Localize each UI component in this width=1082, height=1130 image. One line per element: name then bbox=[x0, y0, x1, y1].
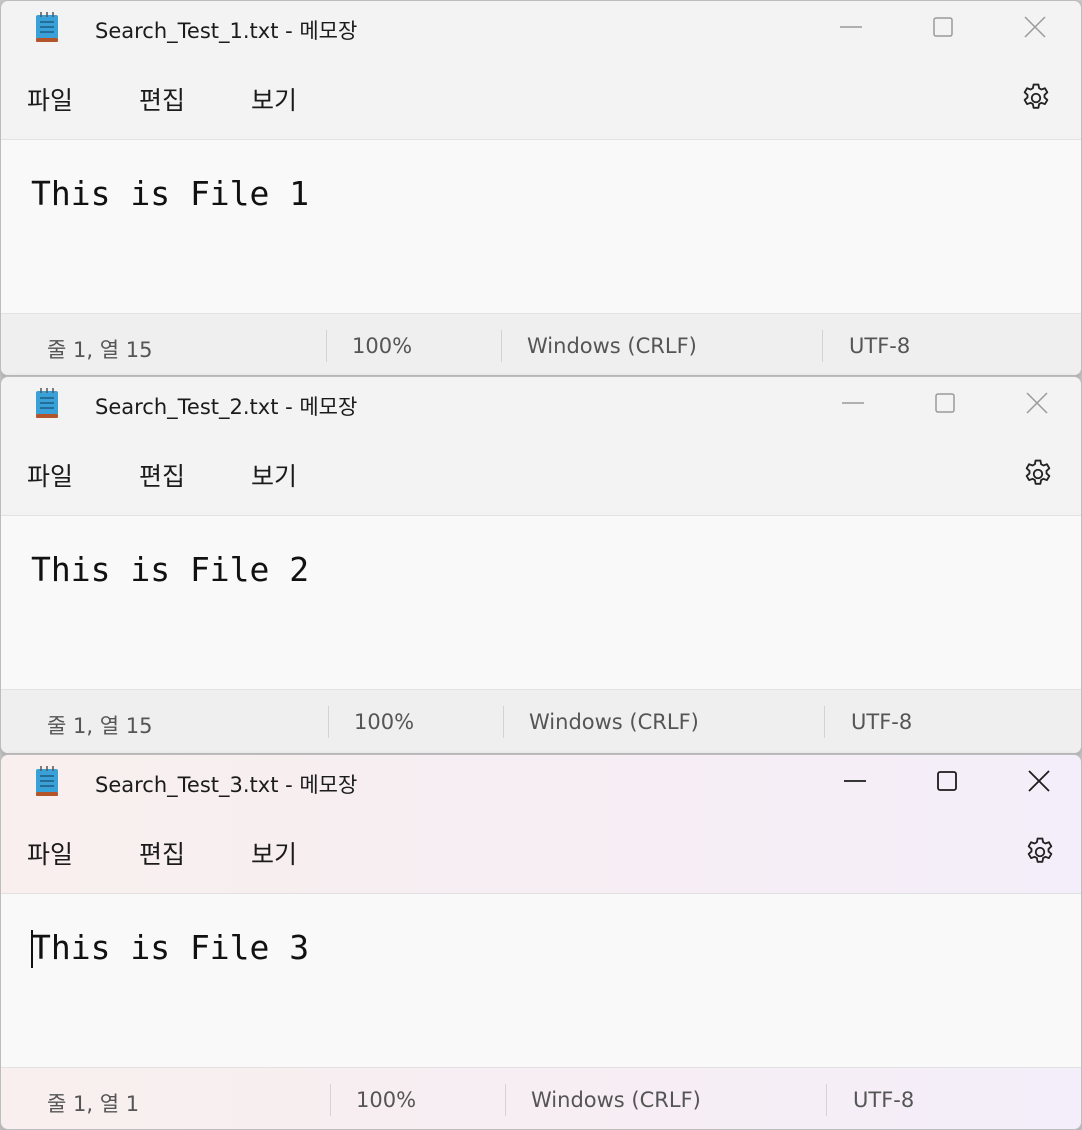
title-bar[interactable]: Search_Test_2.txt - 메모장 bbox=[1, 377, 1081, 433]
menu-edit[interactable]: 편집 bbox=[139, 457, 185, 493]
status-bar: 줄 1, 열 15 100% Windows (CRLF) UTF-8 bbox=[1, 689, 1081, 753]
close-icon bbox=[1026, 392, 1048, 414]
gear-icon bbox=[1027, 837, 1053, 863]
minimize-icon bbox=[840, 26, 862, 28]
menu-view[interactable]: 보기 bbox=[251, 81, 297, 117]
status-divider bbox=[505, 1084, 506, 1116]
zoom-level[interactable]: 100% bbox=[352, 334, 412, 358]
encoding[interactable]: UTF-8 bbox=[851, 710, 912, 734]
window-title: Search_Test_3.txt - 메모장 bbox=[95, 773, 358, 797]
maximize-button[interactable] bbox=[899, 377, 991, 429]
menu-view[interactable]: 보기 bbox=[251, 457, 297, 493]
menu-bar: 파일 편집 보기 bbox=[1, 449, 1081, 505]
zoom-level[interactable]: 100% bbox=[356, 1088, 416, 1112]
menu-file[interactable]: 파일 bbox=[27, 81, 73, 117]
status-divider bbox=[503, 706, 504, 738]
menu-bar: 파일 편집 보기 bbox=[1, 73, 1081, 129]
line-ending[interactable]: Windows (CRLF) bbox=[531, 1088, 701, 1112]
status-divider bbox=[824, 706, 825, 738]
window-title: Search_Test_2.txt - 메모장 bbox=[95, 395, 358, 419]
text-editor[interactable]: This is File 1 bbox=[1, 139, 1081, 313]
maximize-icon bbox=[937, 771, 957, 791]
line-ending[interactable]: Windows (CRLF) bbox=[527, 334, 697, 358]
notepad-icon bbox=[35, 765, 59, 799]
minimize-icon bbox=[842, 402, 864, 404]
close-button[interactable] bbox=[993, 755, 1081, 807]
close-icon bbox=[1024, 16, 1046, 38]
text-editor[interactable]: This is File 2 bbox=[1, 515, 1081, 689]
title-bar[interactable]: Search_Test_1.txt - 메모장 bbox=[1, 1, 1081, 57]
minimize-icon bbox=[844, 780, 866, 782]
maximize-button[interactable] bbox=[897, 1, 989, 53]
editor-content[interactable]: This is File 3 bbox=[31, 928, 309, 967]
settings-button[interactable] bbox=[1023, 835, 1057, 869]
notepad-icon bbox=[35, 387, 59, 421]
gear-icon bbox=[1023, 83, 1049, 109]
notepad-icon bbox=[35, 11, 59, 45]
cursor-position: 줄 1, 열 15 bbox=[47, 338, 153, 362]
close-icon bbox=[1028, 770, 1050, 792]
status-divider bbox=[330, 1084, 331, 1116]
close-button[interactable] bbox=[991, 377, 1081, 429]
minimize-button[interactable] bbox=[809, 755, 901, 807]
status-divider bbox=[326, 330, 327, 362]
notepad-window-3[interactable]: Search_Test_3.txt - 메모장 파일 편집 보기 This is… bbox=[0, 754, 1082, 1130]
title-bar[interactable]: Search_Test_3.txt - 메모장 bbox=[1, 755, 1081, 811]
editor-content[interactable]: This is File 1 bbox=[31, 174, 309, 213]
status-divider bbox=[328, 706, 329, 738]
maximize-button[interactable] bbox=[901, 755, 993, 807]
status-divider bbox=[826, 1084, 827, 1116]
settings-button[interactable] bbox=[1021, 457, 1055, 491]
status-bar: 줄 1, 열 15 100% Windows (CRLF) UTF-8 bbox=[1, 313, 1081, 375]
zoom-level[interactable]: 100% bbox=[354, 710, 414, 734]
editor-content[interactable]: This is File 2 bbox=[31, 550, 309, 589]
encoding[interactable]: UTF-8 bbox=[849, 334, 910, 358]
notepad-window-2[interactable]: Search_Test_2.txt - 메모장 파일 편집 보기 This is… bbox=[0, 376, 1082, 754]
notepad-window-1[interactable]: Search_Test_1.txt - 메모장 파일 편집 보기 This is… bbox=[0, 0, 1082, 376]
gear-icon bbox=[1025, 459, 1051, 485]
cursor-position: 줄 1, 열 1 bbox=[47, 1092, 140, 1116]
window-title: Search_Test_1.txt - 메모장 bbox=[95, 19, 358, 43]
minimize-button[interactable] bbox=[807, 377, 899, 429]
close-button[interactable] bbox=[989, 1, 1081, 53]
menu-edit[interactable]: 편집 bbox=[139, 81, 185, 117]
menu-file[interactable]: 파일 bbox=[27, 457, 73, 493]
cursor-position: 줄 1, 열 15 bbox=[47, 714, 153, 738]
status-divider bbox=[501, 330, 502, 362]
maximize-icon bbox=[935, 393, 955, 413]
menu-edit[interactable]: 편집 bbox=[139, 835, 185, 871]
encoding[interactable]: UTF-8 bbox=[853, 1088, 914, 1112]
text-editor[interactable]: This is File 3 bbox=[1, 893, 1081, 1067]
status-bar: 줄 1, 열 1 100% Windows (CRLF) UTF-8 bbox=[1, 1067, 1081, 1129]
maximize-icon bbox=[933, 17, 953, 37]
menu-file[interactable]: 파일 bbox=[27, 835, 73, 871]
menu-view[interactable]: 보기 bbox=[251, 835, 297, 871]
line-ending[interactable]: Windows (CRLF) bbox=[529, 710, 699, 734]
minimize-button[interactable] bbox=[805, 1, 897, 53]
settings-button[interactable] bbox=[1019, 81, 1053, 115]
status-divider bbox=[822, 330, 823, 362]
menu-bar: 파일 편집 보기 bbox=[1, 827, 1081, 883]
